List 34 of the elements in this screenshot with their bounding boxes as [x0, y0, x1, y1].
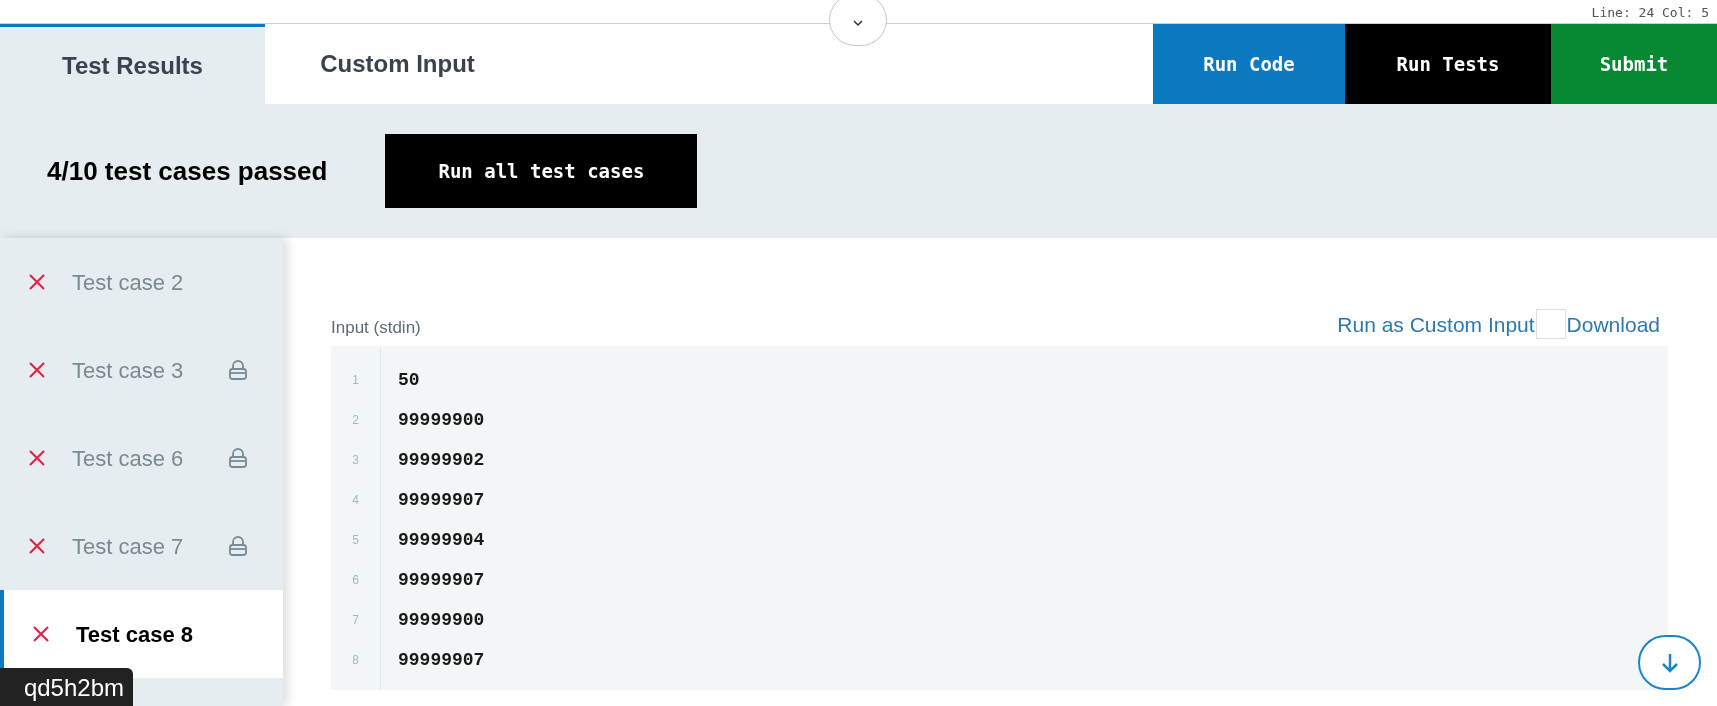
- line-number: 3: [352, 452, 359, 469]
- action-button[interactable]: Submit: [1551, 24, 1717, 104]
- line-number: 4: [352, 492, 359, 509]
- code-line: 99999904: [398, 528, 485, 552]
- input-label: Input (stdin): [331, 316, 421, 339]
- tooltip: qd5h2bm: [0, 668, 133, 706]
- line-number: 5: [352, 532, 359, 549]
- line-number: 6: [352, 572, 359, 589]
- code-line: 99999907: [398, 648, 485, 672]
- code-line: 99999900: [398, 608, 485, 632]
- code-line: 99999900: [398, 408, 485, 432]
- run-custom-link[interactable]: Run as Custom Input: [1337, 308, 1535, 340]
- run-all-button[interactable]: Run all test cases: [385, 134, 698, 208]
- code-line: 99999902: [398, 448, 485, 472]
- cursor-position: Line: 24 Col: 5: [1591, 4, 1710, 22]
- tab[interactable]: Test Results: [0, 24, 265, 104]
- test-case-item[interactable]: Test case 6: [0, 414, 283, 502]
- test-case-item[interactable]: Test case 3: [0, 326, 283, 414]
- test-case-item[interactable]: Test case 7: [0, 502, 283, 590]
- download-link[interactable]: Download: [1566, 308, 1660, 340]
- line-number: 2: [352, 412, 359, 429]
- summary-text: 4/10 test cases passed: [47, 154, 328, 188]
- action-button[interactable]: Run Tests: [1345, 24, 1551, 104]
- line-number: 7: [352, 612, 359, 629]
- code-line: 50: [398, 368, 420, 392]
- line-number: 1: [352, 372, 359, 389]
- link-separator: [1535, 309, 1566, 340]
- line-number: 8: [352, 652, 359, 669]
- chevron-down-icon: [851, 18, 865, 28]
- action-button[interactable]: Run Code: [1153, 24, 1345, 104]
- code-line: 99999907: [398, 568, 485, 592]
- code-line: 99999907: [398, 488, 485, 512]
- test-case-item[interactable]: Test case 2: [0, 238, 283, 326]
- test-case-item[interactable]: Test case 8: [0, 590, 283, 678]
